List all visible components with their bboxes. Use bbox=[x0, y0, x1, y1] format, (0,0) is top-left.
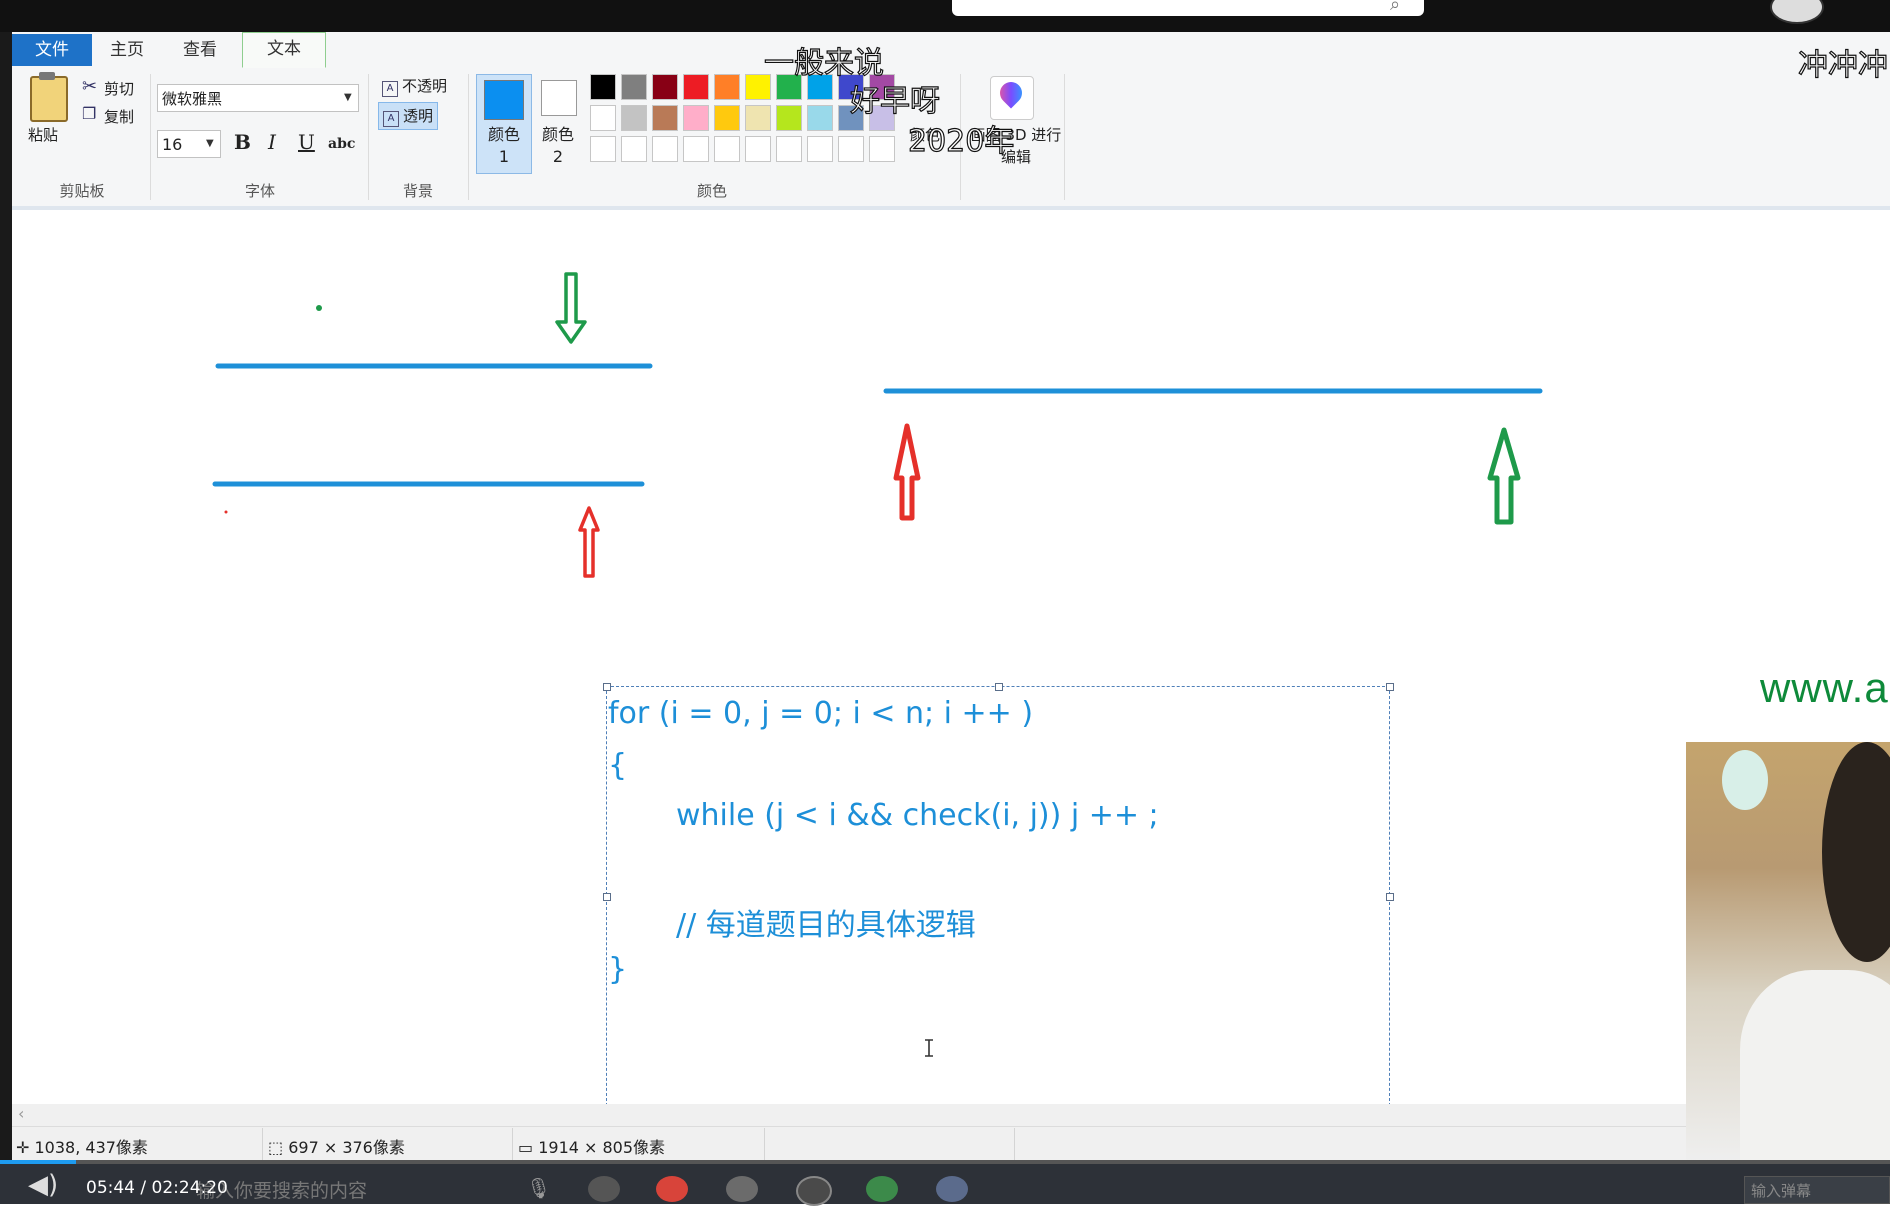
danmaku-comment: 冲冲冲 bbox=[1797, 47, 1888, 83]
horizontal-scrollbar[interactable] bbox=[12, 1104, 1698, 1126]
scroll-left-icon[interactable]: ‹ bbox=[18, 1104, 24, 1123]
taskbar-search-input[interactable]: 输入你要搜索的内容 bbox=[196, 1176, 656, 1206]
selection-size-value: 697 × 376像素 bbox=[288, 1138, 405, 1157]
app-icon[interactable] bbox=[866, 1176, 898, 1202]
cursor-position-value: 1038, 437像素 bbox=[34, 1138, 148, 1157]
text-selection-box[interactable] bbox=[606, 686, 1390, 1106]
crosshair-icon: ✛ bbox=[16, 1138, 35, 1157]
microphone-icon[interactable]: 🎙 bbox=[526, 1176, 551, 1200]
app-icon[interactable] bbox=[726, 1176, 758, 1202]
red-up-arrow bbox=[578, 506, 600, 578]
resize-handle[interactable] bbox=[1386, 683, 1394, 691]
watermark-text: www.a bbox=[1760, 664, 1889, 711]
code-line: { bbox=[608, 748, 628, 783]
resize-handle[interactable] bbox=[603, 893, 611, 901]
image-size-icon: ▭ bbox=[518, 1138, 539, 1157]
cursor-position: ✛ 1038, 437像素 bbox=[16, 1134, 148, 1158]
image-size: ▭ 1914 × 805像素 bbox=[518, 1134, 665, 1158]
status-separator bbox=[764, 1128, 765, 1160]
timecode: 05:44 / 02:24:20 bbox=[86, 1178, 228, 1198]
chrome-icon[interactable] bbox=[656, 1176, 688, 1202]
taskview-icon[interactable] bbox=[588, 1176, 620, 1202]
danmaku-input[interactable]: 输入弹幕 bbox=[1744, 1176, 1890, 1204]
selection-size: ⬚ 697 × 376像素 bbox=[268, 1134, 405, 1158]
status-bar bbox=[12, 1126, 1698, 1163]
webcam-person-body bbox=[1740, 970, 1890, 1170]
status-separator bbox=[512, 1128, 513, 1160]
status-separator bbox=[262, 1128, 263, 1160]
code-line: while (j < i && check(i, j)) j ++ ; bbox=[676, 798, 1159, 833]
code-line: // 每道题目的具体逻辑 bbox=[676, 908, 976, 943]
danmaku-comment: 2020年 bbox=[907, 123, 1015, 159]
green-dot bbox=[316, 305, 322, 311]
webcam-background-decoration bbox=[1722, 750, 1768, 810]
progress-track[interactable] bbox=[0, 1160, 1890, 1164]
resize-handle[interactable] bbox=[603, 683, 611, 691]
code-line: for (i = 0, j = 0; i < n; i ++ ) bbox=[608, 696, 1034, 731]
code-line: } bbox=[608, 952, 628, 987]
progress-fill bbox=[0, 1160, 76, 1164]
red-dot bbox=[224, 510, 228, 514]
selection-icon: ⬚ bbox=[268, 1138, 289, 1157]
status-separator bbox=[1014, 1128, 1015, 1160]
resize-handle[interactable] bbox=[995, 683, 1003, 691]
red-up-arrow bbox=[893, 423, 921, 521]
green-down-arrow bbox=[555, 272, 587, 344]
volume-icon[interactable]: ◀) bbox=[28, 1170, 58, 1200]
paint-app-icon[interactable] bbox=[936, 1176, 968, 1202]
resize-handle[interactable] bbox=[1386, 893, 1394, 901]
app-icon[interactable] bbox=[796, 1176, 832, 1206]
danmaku-comment: 好早呀 bbox=[849, 83, 940, 119]
green-up-arrow bbox=[1487, 427, 1521, 525]
image-size-value: 1914 × 805像素 bbox=[538, 1138, 666, 1157]
